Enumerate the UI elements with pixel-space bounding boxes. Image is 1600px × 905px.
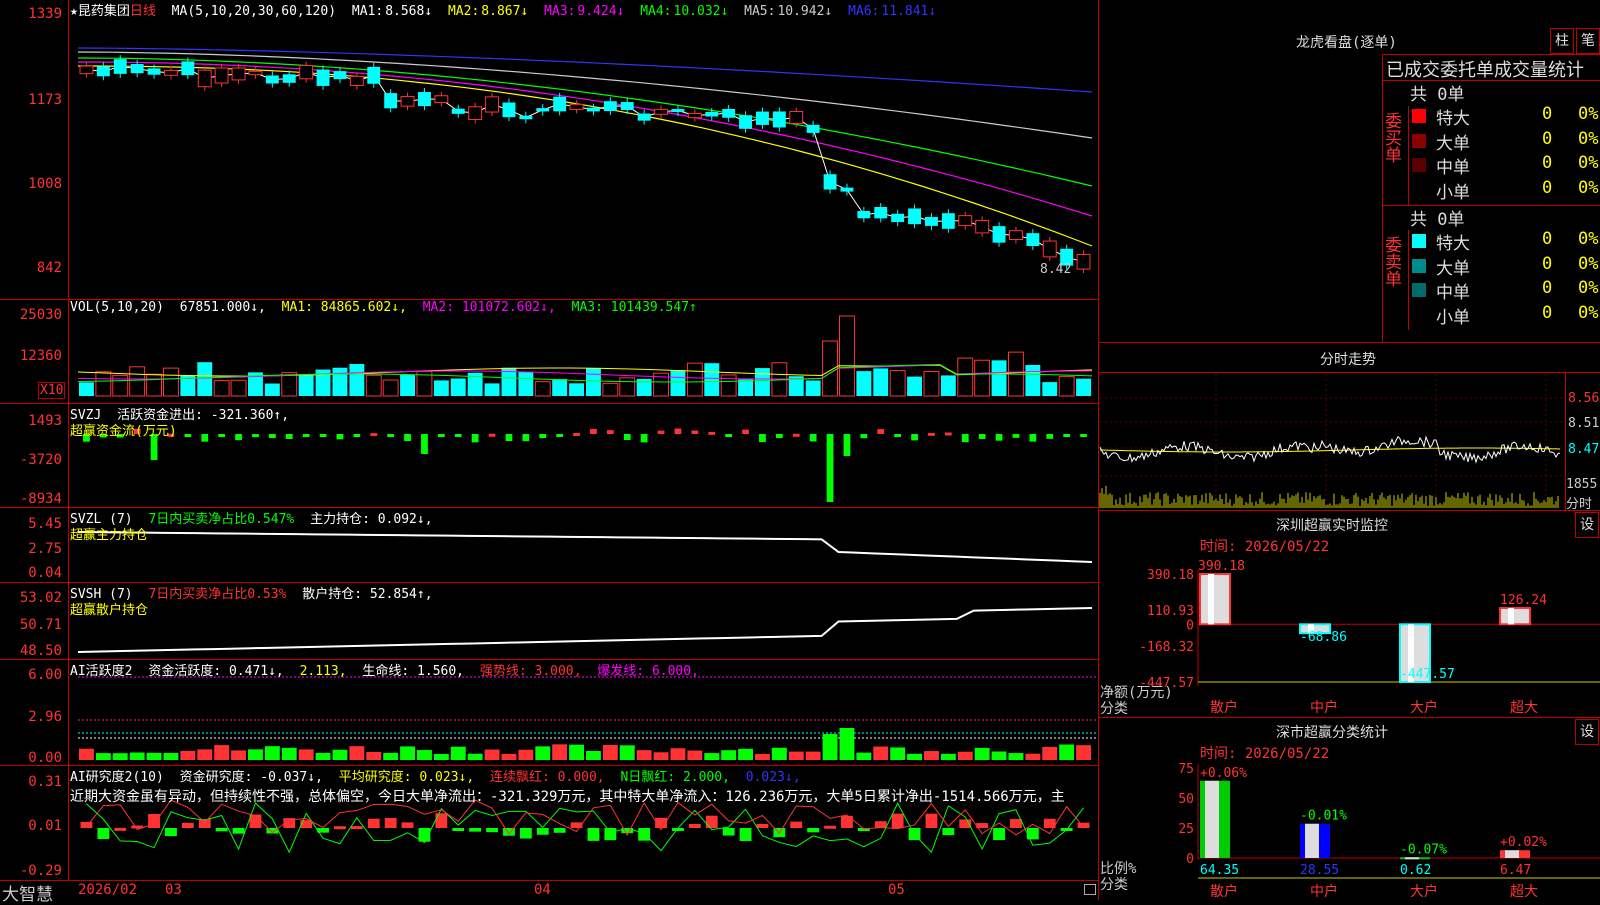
- classify-cat-1: 中户: [1310, 883, 1338, 900]
- classify-value-3: 6.47: [1500, 863, 1531, 878]
- classify-cat-2: 大户: [1410, 883, 1438, 900]
- classify-bar-inner-0: [1205, 780, 1219, 858]
- classify-change-2: -0.07%: [1400, 842, 1447, 857]
- classify-value-2: 0.62: [1400, 863, 1431, 878]
- classify-ytick: 50: [1178, 792, 1194, 807]
- classify-cat-3: 超大: [1510, 884, 1538, 900]
- classify-ytick: 75: [1178, 762, 1194, 777]
- classify-cat-0: 散户: [1210, 883, 1238, 900]
- classify-value-1: 28.55: [1300, 863, 1339, 878]
- classify-bar-inner-1: [1305, 823, 1319, 858]
- classify-change-3: +0.02%: [1500, 835, 1547, 850]
- classify-chart: 75 50 25 0 +0.06% 64.35 散户 -0.01% 28.55 中户 -0.07% 0…: [1178, 762, 1600, 900]
- classify-bar-inner-3: [1505, 850, 1519, 858]
- classify-ytick: 25: [1178, 822, 1194, 837]
- classify-ytick: 0: [1186, 852, 1194, 867]
- classify-change-1: -0.01%: [1300, 809, 1347, 824]
- classify-xlabel: 分类: [1100, 877, 1128, 893]
- classify-value-0: 64.35: [1200, 863, 1239, 878]
- classify-bar-inner-2: [1405, 857, 1419, 860]
- classify-change-0: +0.06%: [1200, 766, 1247, 781]
